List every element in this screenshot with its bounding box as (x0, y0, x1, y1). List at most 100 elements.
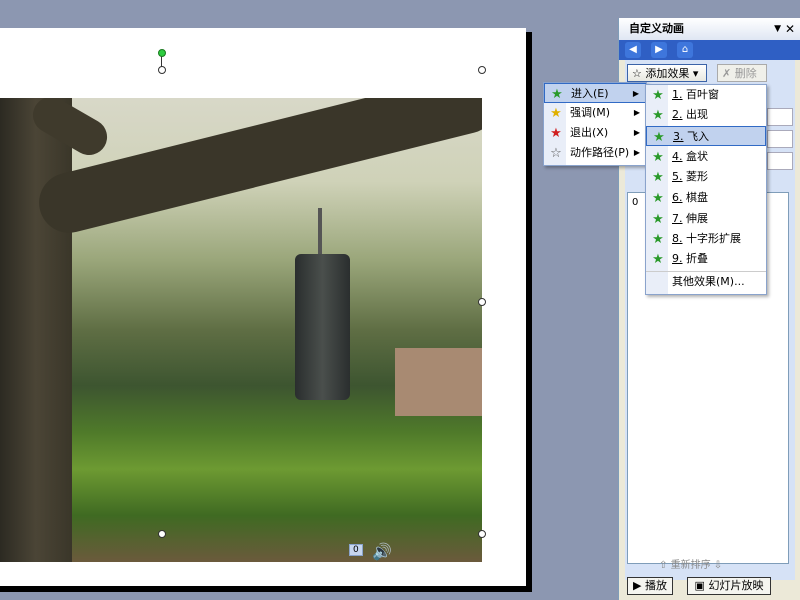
menu-item-label: 伸展 (686, 212, 708, 225)
menu-item-label: 飞入 (687, 130, 709, 143)
menu-item-label: 菱形 (686, 170, 708, 183)
remove-button[interactable]: ✗ 删除 (717, 64, 767, 82)
add-effect-button[interactable]: ☆ 添加效果 ▾ (627, 64, 707, 82)
selected-picture[interactable] (0, 98, 482, 562)
menu-item-entrance[interactable]: ★ 进入(E) ▶ (544, 83, 646, 103)
resize-handle-bottom-right[interactable] (478, 530, 486, 538)
menu-item-more-effects[interactable]: 其他效果(M)... (646, 271, 766, 291)
star-red-icon: ★ (550, 126, 562, 141)
menu-item-stretch[interactable]: ★ 7. 伸展 (646, 209, 766, 229)
close-icon[interactable]: ✕ (785, 18, 795, 40)
star-green-icon: ★ (652, 191, 664, 206)
add-effect-menu: ★ 进入(E) ▶ ★ 强调(M) ▶ ★ 退出(X) ▶ ☆ 动作路径(P) … (543, 82, 647, 166)
reorder-label: 重新排序 (670, 560, 711, 571)
bell-rope (318, 208, 322, 256)
star-green-icon: ★ (652, 212, 664, 227)
play-label: 播放 (644, 579, 667, 592)
hanging-bell (295, 254, 350, 400)
chevron-right-icon: ▶ (633, 148, 640, 157)
menu-item-emphasis[interactable]: ★ 强调(M) ▶ (544, 103, 646, 123)
tree-trunk (0, 98, 72, 562)
star-green-icon: ★ (652, 108, 664, 123)
back-icon[interactable]: ◀ (625, 42, 641, 58)
star-green-icon: ★ (652, 150, 664, 165)
menu-item-fly-in[interactable]: ★ 3. 飞入 (646, 126, 766, 146)
star-green-icon: ★ (551, 87, 563, 102)
menu-item-number: 7. (672, 212, 683, 225)
menu-item-number: 3. (673, 130, 684, 143)
star-outline-icon: ☆ (550, 146, 562, 161)
add-effect-label: 添加效果 (645, 67, 690, 80)
remove-icon: ✗ (722, 67, 732, 80)
menu-item-label: 百叶窗 (686, 88, 719, 101)
remove-label: 删除 (734, 67, 757, 80)
menu-item-number: 8. (672, 232, 683, 245)
star-yellow-icon: ★ (550, 106, 562, 121)
star-yellow-icon: ☆ (632, 67, 642, 80)
menu-item-fold[interactable]: ★ 9. 折叠 (646, 249, 766, 269)
arrow-down-icon[interactable]: ⇩ (714, 560, 722, 571)
rotation-handle[interactable] (158, 49, 166, 57)
menu-item-motion-path[interactable]: ☆ 动作路径(P) ▶ (544, 143, 646, 163)
slideshow-icon: ▣ (694, 579, 705, 592)
menu-item-checkerboard[interactable]: ★ 6. 棋盘 (646, 188, 766, 208)
menu-item-number: 6. (672, 191, 683, 204)
star-green-icon: ★ (653, 130, 665, 145)
sound-order-tag: 0 (349, 544, 363, 556)
reorder-control[interactable]: ⇧ 重新排序 ⇩ (659, 556, 722, 571)
resize-handle-top-right[interactable] (478, 66, 486, 74)
menu-item-label: 盒状 (686, 150, 708, 163)
menu-item-number: 5. (672, 170, 683, 183)
menu-item-label: 棋盘 (686, 191, 708, 204)
menu-item-label: 折叠 (686, 252, 708, 265)
star-green-icon: ★ (652, 170, 664, 185)
menu-item-box[interactable]: ★ 4. 盒状 (646, 147, 766, 167)
menu-item-label: 动作路径(P) (570, 146, 630, 159)
pane-nav-bar: ◀ ▶ ⌂ (619, 40, 800, 60)
menu-item-number: 9. (672, 252, 683, 265)
star-green-icon: ★ (652, 252, 664, 267)
brick-wall (395, 348, 482, 416)
star-green-icon: ★ (652, 232, 664, 247)
list-item-number: 0 (632, 197, 639, 208)
speed-dropdown[interactable] (767, 152, 793, 170)
menu-item-label: 进入(E) (571, 87, 609, 100)
home-icon[interactable]: ⌂ (677, 42, 693, 58)
slideshow-button[interactable]: ▣ 幻灯片放映 (687, 577, 771, 595)
resize-handle-bottom[interactable] (158, 530, 166, 538)
menu-item-plus[interactable]: ★ 8. 十字形扩展 (646, 229, 766, 249)
chevron-right-icon: ▶ (633, 128, 640, 137)
menu-item-number: 4. (672, 150, 683, 163)
star-green-icon: ★ (652, 88, 664, 103)
menu-item-diamond[interactable]: ★ 5. 菱形 (646, 167, 766, 187)
slide-canvas[interactable] (0, 28, 526, 586)
pane-title: 自定义动画 (629, 22, 684, 35)
entrance-submenu: ★ 1. 百叶窗 ★ 2. 出现 ★ 3. 飞入 ★ 4. 盒状 ★ 5. 菱形… (645, 84, 767, 295)
forward-icon[interactable]: ▶ (651, 42, 667, 58)
chevron-down-icon[interactable]: ▼ (774, 18, 781, 40)
menu-item-number: 1. (672, 88, 683, 101)
tree-branch (32, 98, 482, 240)
play-icon: ▶ (633, 579, 642, 592)
menu-item-number: 2. (672, 108, 683, 121)
speaker-icon[interactable]: 🔊 (372, 542, 392, 561)
slide-workspace: 0 🔊 (0, 0, 618, 600)
menu-item-blinds[interactable]: ★ 1. 百叶窗 (646, 85, 766, 105)
menu-item-label: 出现 (686, 108, 708, 121)
property-dropdown[interactable] (767, 130, 793, 148)
chevron-right-icon: ▶ (633, 108, 640, 117)
menu-item-label: 退出(X) (570, 126, 609, 139)
slideshow-label: 幻灯片放映 (708, 579, 764, 592)
chevron-down-icon: ▾ (692, 67, 699, 80)
menu-item-label: 其他效果(M)... (672, 275, 745, 288)
play-button[interactable]: ▶ 播放 (627, 577, 673, 595)
start-dropdown[interactable] (767, 108, 793, 126)
menu-item-appear[interactable]: ★ 2. 出现 (646, 105, 766, 125)
chevron-right-icon: ▶ (632, 89, 639, 98)
menu-item-label: 强调(M) (570, 106, 611, 119)
pane-title-bar: 自定义动画 ▼ ✕ (619, 18, 800, 40)
menu-item-exit[interactable]: ★ 退出(X) ▶ (544, 123, 646, 143)
resize-handle-top[interactable] (158, 66, 166, 74)
arrow-up-icon[interactable]: ⇧ (659, 560, 667, 571)
resize-handle-right[interactable] (478, 298, 486, 306)
